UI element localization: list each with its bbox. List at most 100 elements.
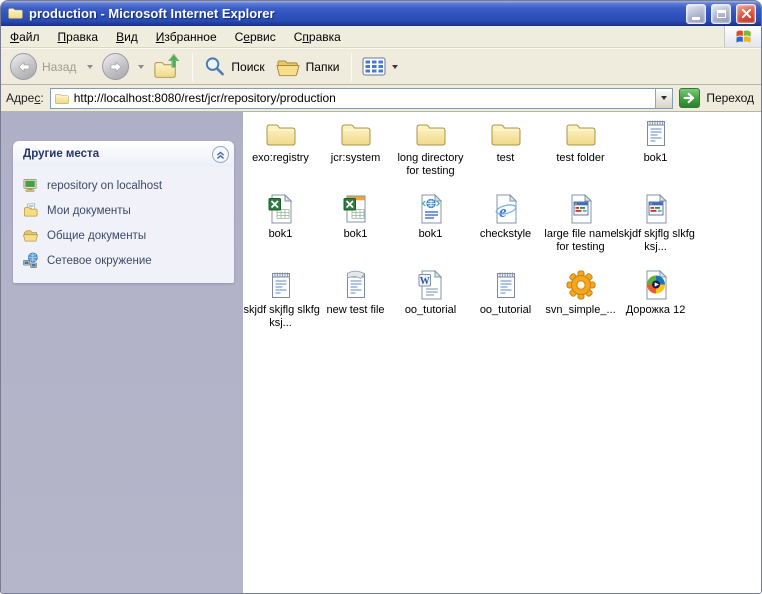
menu-help[interactable]: Справка	[285, 26, 350, 47]
file-item[interactable]: bok1	[393, 192, 468, 268]
forward-button[interactable]	[99, 51, 132, 82]
sidebar-item-repository[interactable]: repository on localhost	[22, 177, 230, 194]
file-label: bok1	[243, 228, 321, 241]
file-label: large file name for testing	[541, 228, 621, 253]
search-icon	[203, 55, 226, 78]
xml-file-icon	[414, 192, 448, 226]
file-item[interactable]: lskjdf skjflg slkfg ksj...	[243, 268, 318, 344]
file-label: bok1	[616, 152, 696, 165]
forward-arrow-icon	[105, 56, 127, 78]
notepad-document-icon	[639, 116, 673, 150]
back-arrow-icon	[13, 56, 35, 78]
address-url: http://localhost:8080/rest/jcr/repositor…	[74, 91, 652, 105]
go-button[interactable]	[679, 88, 700, 108]
views-dropdown-icon	[392, 65, 398, 69]
menu-bar: Файл Правка Вид Избранное Сервис Справка	[1, 26, 761, 48]
file-label: oo_tutorial	[466, 304, 546, 317]
file-item[interactable]: lskjdf skjflg slkfg ksj...	[618, 192, 693, 268]
up-folder-icon	[153, 52, 182, 81]
file-item[interactable]: Дорожка 12	[618, 268, 693, 344]
other-places-title: Другие места	[23, 148, 99, 160]
file-item[interactable]: long directory for testing	[393, 116, 468, 192]
files-grid: exo:registry jcr:system long directory f…	[243, 116, 761, 344]
back-dropdown-icon[interactable]	[87, 65, 93, 69]
web-folder-icon	[22, 177, 39, 194]
notepad-document-icon	[489, 268, 523, 302]
file-item[interactable]: bok1	[618, 116, 693, 192]
notepad-document-icon	[264, 268, 298, 302]
window-body: Другие места repository on localhost Мои…	[1, 112, 761, 593]
address-dropdown-button[interactable]	[655, 89, 672, 108]
excel-file-icon	[264, 192, 298, 226]
forward-dropdown-icon[interactable]	[138, 65, 144, 69]
folders-icon	[276, 55, 301, 78]
file-label: test folder	[541, 152, 621, 165]
menu-view[interactable]: Вид	[107, 26, 147, 47]
file-item[interactable]: jcr:system	[318, 116, 393, 192]
sidebar-item-my-documents[interactable]: Мои документы	[22, 202, 230, 219]
maximize-button[interactable]	[711, 4, 731, 24]
minimize-button[interactable]	[686, 4, 706, 24]
file-label: Дорожка 12	[616, 304, 696, 317]
toolbar-separator	[351, 53, 352, 81]
chevrons-up-icon	[213, 147, 228, 162]
menu-tools[interactable]: Сервис	[226, 26, 285, 47]
other-places-header[interactable]: Другие места	[13, 141, 234, 167]
file-item[interactable]: bok1	[318, 192, 393, 268]
close-button[interactable]	[736, 4, 756, 24]
my-documents-icon	[22, 202, 39, 219]
notepad-curl-icon	[339, 268, 373, 302]
menu-favorites[interactable]: Избранное	[147, 26, 226, 47]
views-button[interactable]	[359, 55, 404, 79]
file-list-area: exo:registry jcr:system long directory f…	[243, 112, 761, 593]
file-item[interactable]: oo_tutorial	[393, 268, 468, 344]
file-label: lskjdf skjflg slkfg ksj...	[243, 304, 321, 329]
maximize-icon	[717, 10, 726, 18]
folders-label: Папки	[306, 60, 340, 74]
file-item[interactable]: checkstyle	[468, 192, 543, 268]
sidebar-item-shared-documents[interactable]: Общие документы	[22, 227, 230, 244]
collapse-panel-button[interactable]	[212, 146, 229, 163]
file-label: oo_tutorial	[391, 304, 471, 317]
windows-logo-box	[724, 26, 761, 47]
other-places-panel: Другие места repository on localhost Мои…	[13, 141, 234, 283]
folders-button[interactable]: Папки	[273, 53, 345, 80]
file-item[interactable]: bok1	[243, 192, 318, 268]
views-icon	[362, 57, 386, 77]
toolbar: Назад Поиск Папки	[1, 48, 761, 85]
search-button[interactable]: Поиск	[200, 53, 269, 80]
file-label: lskjdf skjflg slkfg ksj...	[616, 228, 696, 253]
html-document-icon	[489, 192, 523, 226]
file-item[interactable]: new test file	[318, 268, 393, 344]
application-file-icon	[564, 192, 598, 226]
shared-documents-icon	[22, 227, 39, 244]
folder-icon	[264, 116, 298, 150]
file-label: checkstyle	[466, 228, 546, 241]
window-folder-icon	[7, 4, 24, 21]
back-label: Назад	[42, 60, 76, 74]
search-label: Поиск	[231, 60, 264, 74]
menu-file[interactable]: Файл	[1, 26, 49, 47]
file-item[interactable]: test	[468, 116, 543, 192]
back-circle	[10, 53, 37, 80]
address-input[interactable]: http://localhost:8080/rest/jcr/repositor…	[50, 88, 674, 109]
gear-file-icon	[564, 268, 598, 302]
file-label: new test file	[316, 304, 396, 317]
file-item[interactable]: large file name for testing	[543, 192, 618, 268]
go-label: Переход	[706, 91, 754, 105]
file-item[interactable]: test folder	[543, 116, 618, 192]
sidebar-item-network[interactable]: Сетевое окружение	[22, 252, 230, 269]
forward-circle	[102, 53, 129, 80]
up-button[interactable]	[150, 50, 185, 83]
menu-edit[interactable]: Правка	[49, 26, 108, 47]
back-button[interactable]: Назад	[7, 51, 81, 82]
other-places-body: repository on localhost Мои документы Об…	[13, 167, 234, 283]
address-label: Адрес:	[6, 91, 44, 105]
file-item[interactable]: oo_tutorial	[468, 268, 543, 344]
file-label: svn_simple_...	[541, 304, 621, 317]
minimize-icon	[692, 17, 700, 20]
file-item[interactable]: svn_simple_...	[543, 268, 618, 344]
sidebar: Другие места repository on localhost Мои…	[1, 112, 243, 593]
file-item[interactable]: exo:registry	[243, 116, 318, 192]
title-bar: production - Microsoft Internet Explorer	[1, 1, 761, 26]
